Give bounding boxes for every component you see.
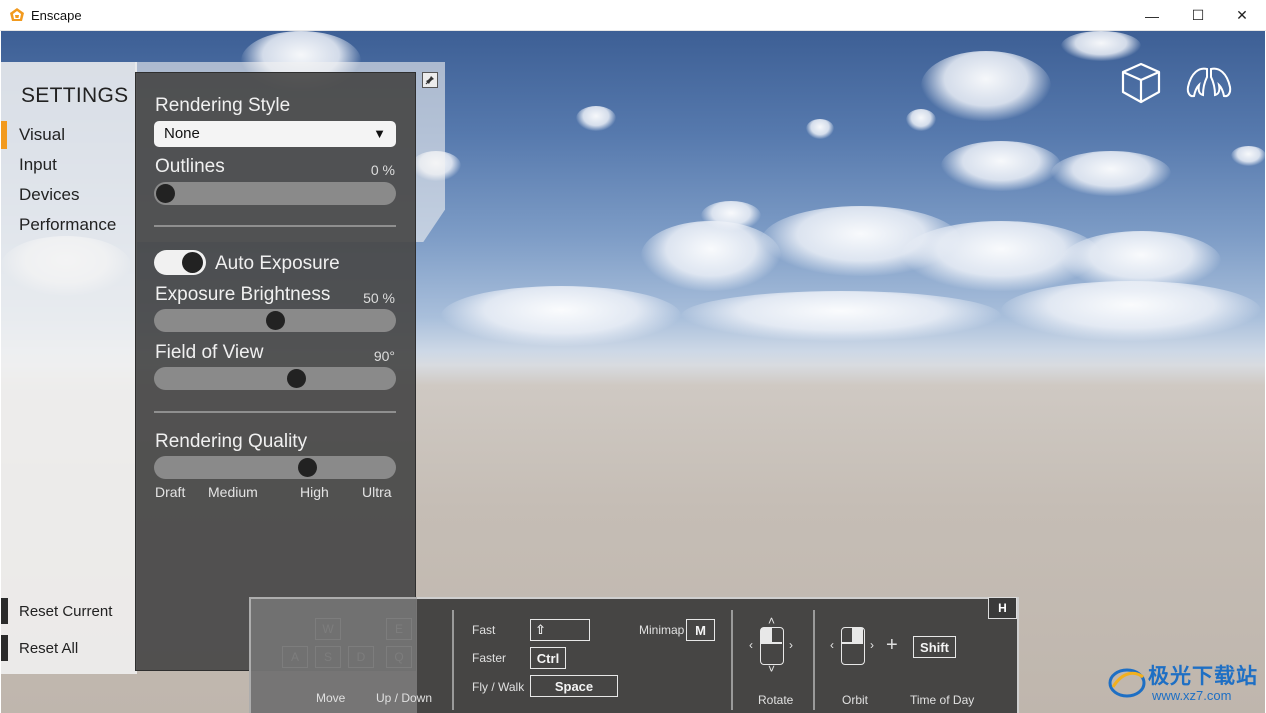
move-label: Move	[316, 691, 346, 705]
settings-sidebar	[1, 62, 137, 674]
arrow-up-icon: ˄	[768, 614, 776, 628]
sidebar-item-performance[interactable]: Performance	[19, 215, 116, 235]
quality-tick-ultra[interactable]: Ultra	[362, 484, 392, 500]
exposure-brightness-value: 50 %	[363, 290, 395, 306]
field-of-view-slider[interactable]	[154, 367, 396, 390]
arrow-left-icon: ‹	[749, 638, 753, 652]
title-bar: Enscape — ☐ ✕	[0, 0, 1266, 31]
quality-tick-high[interactable]: High	[300, 484, 329, 500]
auto-exposure-toggle[interactable]	[154, 250, 206, 275]
quality-tick-medium[interactable]: Medium	[208, 484, 258, 500]
toggle-help-button[interactable]: H	[988, 597, 1017, 619]
watermark-text: 极光下载站	[1148, 665, 1258, 688]
cloud	[1051, 151, 1171, 196]
key-s: S	[315, 646, 341, 668]
arrow-left-icon: ‹	[830, 638, 834, 652]
rendering-quality-label: Rendering Quality	[155, 431, 308, 452]
help-separator	[452, 610, 454, 710]
quality-tick-draft[interactable]: Draft	[155, 484, 185, 500]
key-d: D	[348, 646, 374, 668]
section-divider	[154, 225, 396, 227]
outlines-label: Outlines	[155, 156, 225, 177]
minimap-label: Minimap	[639, 623, 685, 637]
slider-knob[interactable]	[265, 311, 285, 330]
rendering-quality-slider[interactable]	[154, 456, 396, 479]
sidebar-item-visual[interactable]: Visual	[19, 125, 65, 145]
up-down-label: Up / Down	[376, 691, 433, 705]
fast-label: Fast	[472, 623, 496, 637]
rendering-style-dropdown[interactable]: None ▼	[154, 121, 396, 147]
minimize-button[interactable]: —	[1129, 0, 1175, 31]
time-of-day-label: Time of Day	[910, 693, 975, 707]
cloud	[576, 106, 616, 131]
key-e: E	[386, 618, 412, 640]
watermark-url: www.xz7.com	[1152, 688, 1232, 703]
slider-knob[interactable]	[156, 184, 175, 203]
cloud	[701, 201, 761, 231]
rendering-style-label: Rendering Style	[155, 95, 291, 116]
reset-current-button[interactable]: Reset Current	[19, 603, 112, 620]
rotate-label: Rotate	[758, 693, 794, 707]
sidebar-item-input[interactable]: Input	[19, 155, 57, 175]
slider-knob[interactable]	[287, 369, 307, 388]
exposure-brightness-slider[interactable]	[154, 309, 396, 332]
reset-all-indicator	[1, 635, 8, 661]
close-button[interactable]: ✕	[1219, 0, 1265, 31]
key-shift-arrow: ⇧	[530, 619, 590, 641]
pin-panel-button[interactable]	[422, 72, 438, 88]
rendering-style-value: None	[164, 125, 200, 142]
field-of-view-value: 90°	[373, 348, 395, 364]
outlines-slider[interactable]	[154, 182, 396, 205]
window-title: Enscape	[31, 8, 82, 23]
cloud	[921, 51, 1051, 121]
reset-current-indicator	[1, 598, 8, 624]
cloud	[1061, 31, 1141, 61]
help-separator	[731, 610, 733, 710]
fly-mode-wings-icon[interactable]	[1185, 63, 1233, 103]
slider-knob[interactable]	[298, 458, 318, 477]
sidebar-item-devices[interactable]: Devices	[19, 185, 79, 205]
reset-all-button[interactable]: Reset All	[19, 640, 78, 657]
faster-label: Faster	[472, 651, 507, 665]
mouse-rotate-icon	[760, 627, 784, 665]
field-of-view-label: Field of View	[155, 342, 264, 363]
key-m: M	[686, 619, 715, 641]
key-ctrl: Ctrl	[530, 647, 566, 669]
cloud	[641, 221, 781, 291]
toggle-knob	[182, 252, 203, 273]
arrow-right-icon: ›	[789, 638, 793, 652]
view-cube-icon[interactable]	[1119, 61, 1163, 105]
settings-title: SETTINGS	[21, 84, 129, 107]
orbit-label: Orbit	[842, 693, 869, 707]
section-divider	[154, 411, 396, 413]
key-q: Q	[386, 646, 412, 668]
pin-icon	[425, 76, 434, 85]
key-w: W	[315, 618, 341, 640]
mouse-orbit-icon	[841, 627, 865, 665]
outlines-value: 0 %	[370, 162, 395, 178]
cloud	[681, 291, 1001, 341]
maximize-button[interactable]: ☐	[1175, 0, 1221, 31]
enscape-logo-icon	[10, 8, 24, 21]
auto-exposure-label: Auto Exposure	[215, 253, 340, 274]
cloud	[806, 119, 834, 139]
plus-sign: +	[886, 634, 898, 656]
cloud	[941, 141, 1061, 191]
key-space: Space	[530, 675, 618, 697]
dropdown-arrow-icon: ▼	[373, 126, 386, 141]
exposure-brightness-label: Exposure Brightness	[155, 284, 331, 305]
active-tab-indicator	[1, 121, 7, 149]
key-a: A	[282, 646, 308, 668]
cloud	[1001, 281, 1261, 341]
cloud	[441, 286, 681, 346]
cloud	[906, 109, 936, 131]
help-separator	[813, 610, 815, 710]
fly-walk-label: Fly / Walk	[472, 680, 525, 694]
arrow-right-icon: ›	[870, 638, 874, 652]
cloud	[1231, 146, 1265, 166]
key-shift: Shift	[913, 636, 956, 658]
